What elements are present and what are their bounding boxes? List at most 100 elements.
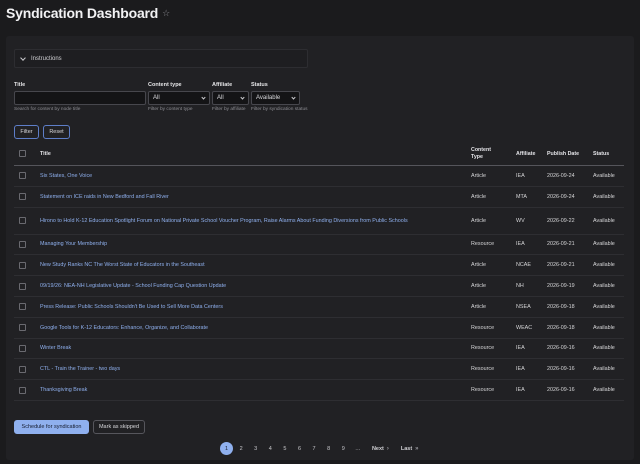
row-content-type: Article xyxy=(471,262,486,269)
row-status: Available xyxy=(593,217,615,224)
row-affiliate: IEA xyxy=(516,345,525,352)
filter-affiliate-label: Affiliate xyxy=(212,82,233,88)
row-title-link[interactable]: CTL - Train the Trainer - two days xyxy=(40,365,120,373)
double-chevron-right-icon: » xyxy=(415,445,419,452)
page-8[interactable]: 8 xyxy=(322,442,335,455)
status-value: Available xyxy=(256,95,281,101)
page-1[interactable]: 1 xyxy=(220,442,233,455)
row-affiliate: MTA xyxy=(516,193,527,200)
row-content-type: Resource xyxy=(471,241,495,248)
instructions-toggle[interactable]: Instructions xyxy=(14,49,308,68)
row-title-link[interactable]: Hirono to Hold K-12 Education Spotlight … xyxy=(40,217,408,225)
content-type-select[interactable]: All xyxy=(148,91,210,105)
row-checkbox[interactable] xyxy=(19,386,26,394)
row-checkbox[interactable] xyxy=(19,240,26,248)
page-3[interactable]: 3 xyxy=(249,442,262,455)
last-page-link[interactable]: Last» xyxy=(401,446,419,452)
row-content-type: Article xyxy=(471,217,486,224)
table-row: Managing Your Membership Resource IEA 2026-… xyxy=(14,235,624,256)
row-affiliate: WV xyxy=(516,217,525,224)
row-status: Available xyxy=(593,303,615,310)
row-publish-date: 2026-09-18 xyxy=(547,324,575,331)
row-affiliate: IEA xyxy=(516,172,525,179)
row-publish-date: 2026-09-18 xyxy=(547,303,575,310)
row-content-type: Article xyxy=(471,303,486,310)
col-title[interactable]: Title xyxy=(40,142,51,166)
status-select[interactable]: Available xyxy=(251,91,300,105)
page-9[interactable]: 9 xyxy=(337,442,350,455)
row-checkbox[interactable] xyxy=(19,344,26,352)
row-status: Available xyxy=(593,324,615,331)
table-row: Thanksgiving Break Resource IEA 2026-09-16 A… xyxy=(14,380,624,401)
instructions-label: Instructions xyxy=(31,55,62,62)
page-6[interactable]: 6 xyxy=(293,442,306,455)
row-checkbox[interactable] xyxy=(19,303,26,311)
filter-content-type-label: Content type xyxy=(148,82,182,88)
filter-affiliate: Affiliate All Filter by affiliate xyxy=(212,82,249,112)
row-title-link[interactable]: Press Release: Public Schools Shouldn't … xyxy=(40,303,223,311)
row-checkbox[interactable] xyxy=(19,282,26,290)
row-affiliate: NSEA xyxy=(516,303,531,310)
reset-button[interactable]: Reset xyxy=(43,125,70,139)
row-status: Available xyxy=(593,387,615,394)
mark-skipped-button[interactable]: Mark as skipped xyxy=(93,420,145,434)
page-2[interactable]: 2 xyxy=(235,442,248,455)
row-checkbox[interactable] xyxy=(19,193,26,201)
row-status: Available xyxy=(593,366,615,373)
row-status: Available xyxy=(593,172,615,179)
filter-status-help: Filter by syndication status xyxy=(251,107,308,112)
table-header: Title Content Type Affiliate Publish Dat… xyxy=(14,142,624,166)
row-affiliate: IEA xyxy=(516,241,525,248)
pager-ellipsis: … xyxy=(355,445,361,452)
page-7[interactable]: 7 xyxy=(308,442,321,455)
star-icon[interactable]: ☆ xyxy=(162,8,170,19)
filter-button[interactable]: Filter xyxy=(14,125,39,139)
page-5[interactable]: 5 xyxy=(278,442,291,455)
row-title-link[interactable]: Managing Your Membership xyxy=(40,240,107,248)
row-checkbox[interactable] xyxy=(19,324,26,332)
col-publish-date[interactable]: Publish Date xyxy=(547,142,579,166)
row-title-link[interactable]: Google Tools for K-12 Educators: Enhance… xyxy=(40,324,208,332)
page-4[interactable]: 4 xyxy=(264,442,277,455)
table-row: Winter Break Resource IEA 2026-09-16 Availab… xyxy=(14,339,624,360)
row-publish-date: 2026-09-21 xyxy=(547,241,575,248)
row-status: Available xyxy=(593,345,615,352)
table-row: Press Release: Public Schools Shouldn't … xyxy=(14,297,624,318)
row-affiliate: IEA xyxy=(516,366,525,373)
col-content-type[interactable]: Content Type xyxy=(471,142,501,166)
row-publish-date: 2026-09-16 xyxy=(547,345,575,352)
row-content-type: Article xyxy=(471,193,486,200)
row-affiliate: NCAE xyxy=(516,262,531,269)
row-content-type: Resource xyxy=(471,345,495,352)
row-content-type: Article xyxy=(471,283,486,290)
row-affiliate: WEAC xyxy=(516,324,533,331)
page-header: Syndication Dashboard ☆ xyxy=(6,5,170,21)
row-title-link[interactable]: Six States, One Voice xyxy=(40,172,92,180)
filter-title-label: Title xyxy=(14,82,26,88)
row-checkbox[interactable] xyxy=(19,261,26,269)
row-title-link[interactable]: New Study Ranks NC The Worst State of Ed… xyxy=(40,261,205,269)
row-content-type: Resource xyxy=(471,366,495,373)
row-title-link[interactable]: 09/19/26: NEA-NH Legislative Update - Sc… xyxy=(40,282,226,290)
row-checkbox[interactable] xyxy=(19,217,26,225)
row-title-link[interactable]: Thanksgiving Break xyxy=(40,386,87,394)
row-content-type: Resource xyxy=(471,387,495,394)
filter-title: Title Search for content by node title xyxy=(14,82,146,112)
next-page-link[interactable]: Next › xyxy=(372,446,389,452)
pagination: 1 2 3 4 5 6 7 8 9 … Next › Last» xyxy=(220,442,425,455)
chevron-down-icon xyxy=(20,54,26,61)
select-all-checkbox[interactable] xyxy=(19,150,26,157)
row-publish-date: 2026-09-16 xyxy=(547,387,575,394)
col-status[interactable]: Status xyxy=(593,142,609,166)
title-search-input[interactable] xyxy=(14,91,146,105)
col-affiliate[interactable]: Affiliate xyxy=(516,142,535,166)
affiliate-select[interactable]: All xyxy=(212,91,249,105)
row-checkbox[interactable] xyxy=(19,365,26,373)
row-title-link[interactable]: Statement on ICE raids in New Bedford an… xyxy=(40,193,169,201)
row-title-link[interactable]: Winter Break xyxy=(40,344,71,352)
table-row: Six States, One Voice Article IEA 2026-09-2… xyxy=(14,166,624,187)
row-status: Available xyxy=(593,262,615,269)
row-publish-date: 2026-09-24 xyxy=(547,193,575,200)
schedule-syndication-button[interactable]: Schedule for syndication xyxy=(14,420,89,434)
row-checkbox[interactable] xyxy=(19,172,26,180)
